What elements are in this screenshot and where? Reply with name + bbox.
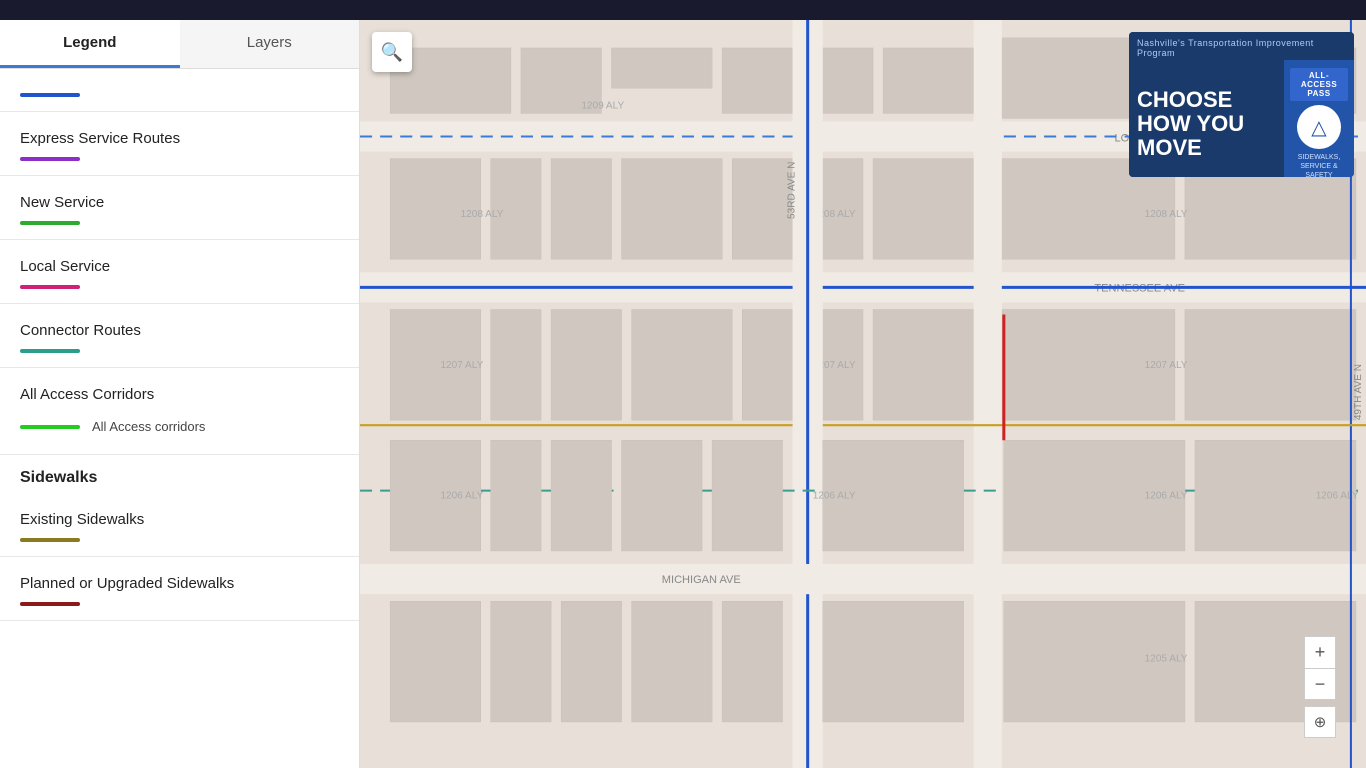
- legend-item-all-access-corridors: All Access Corridors All Access corridor…: [0, 368, 359, 455]
- new-service-title: New Service: [20, 194, 339, 211]
- legend-line-green: [20, 221, 80, 225]
- planned-sidewalks-title: Planned or Upgraded Sidewalks: [20, 575, 339, 592]
- legend-line-purple: [20, 157, 80, 161]
- promo-badge-logo: ALL-ACCESS PASS: [1290, 68, 1348, 101]
- legend-line-teal: [20, 349, 80, 353]
- legend-item-top-partial: [0, 69, 359, 112]
- locate-button[interactable]: ⊕: [1304, 706, 1336, 738]
- legend-item-existing-sidewalks: Existing Sidewalks: [0, 493, 359, 557]
- legend-section: Express Service Routes New Service Local…: [0, 69, 359, 621]
- app-container: Legend Layers Express Service Routes: [0, 0, 1366, 768]
- tabs-bar: Legend Layers: [0, 20, 359, 69]
- promo-top-label: Nashville's Transportation Improvement P…: [1129, 32, 1354, 60]
- zoom-in-button[interactable]: +: [1304, 636, 1336, 668]
- local-service-title: Local Service: [20, 258, 339, 275]
- sidewalks-section-header: Sidewalks: [0, 455, 359, 493]
- legend-item-new-service: New Service: [0, 176, 359, 240]
- map-area[interactable]: LOUISIANA AVE 1208 ALY 1208 ALY 1208 ALY: [360, 20, 1366, 768]
- legend-line-olive: [20, 538, 80, 542]
- svg-text:1206 ALY: 1206 ALY: [813, 491, 856, 502]
- svg-text:49TH AVE N: 49TH AVE N: [1353, 364, 1364, 420]
- promo-badge-icon: △: [1297, 105, 1341, 149]
- legend-item-connector-routes: Connector Routes: [0, 304, 359, 368]
- search-button[interactable]: 🔍: [372, 32, 412, 72]
- legend-line-pink: [20, 285, 80, 289]
- legend-sub-line-green-bright: [20, 425, 80, 429]
- main-content: Legend Layers Express Service Routes: [0, 20, 1366, 768]
- tab-layers[interactable]: Layers: [180, 20, 360, 68]
- svg-text:1208 ALY: 1208 ALY: [461, 209, 504, 220]
- legend-item-local-service: Local Service: [0, 240, 359, 304]
- all-access-corridors-label: All Access corridors: [92, 419, 205, 434]
- legend-line-darkred: [20, 602, 80, 606]
- svg-text:1209 ALY: 1209 ALY: [581, 100, 624, 111]
- promo-card: Nashville's Transportation Improvement P…: [1129, 32, 1354, 177]
- all-access-corridors-title: All Access Corridors: [20, 386, 339, 403]
- map-controls: + − ⊕: [1304, 636, 1336, 738]
- svg-text:1207 ALY: 1207 ALY: [440, 360, 483, 371]
- promo-badge: ALL-ACCESS PASS △ SIDEWALKS, SERVICE & S…: [1284, 60, 1354, 177]
- promo-headline: CHOOSE HOW YOU MOVE: [1137, 88, 1276, 161]
- existing-sidewalks-title: Existing Sidewalks: [20, 511, 339, 528]
- search-icon: 🔍: [381, 42, 403, 63]
- svg-text:1207 ALY: 1207 ALY: [1145, 360, 1188, 371]
- legend-item-planned-sidewalks: Planned or Upgraded Sidewalks: [0, 557, 359, 621]
- legend-item-express-service-routes: Express Service Routes: [0, 112, 359, 176]
- zoom-out-button[interactable]: −: [1304, 668, 1336, 700]
- svg-text:1206 ALY: 1206 ALY: [440, 491, 483, 502]
- svg-text:1206 ALY: 1206 ALY: [1316, 491, 1359, 502]
- promo-badge-text: SIDEWALKS, SERVICE & SAFETY: [1288, 153, 1350, 177]
- connector-routes-title: Connector Routes: [20, 322, 339, 339]
- svg-text:MICHIGAN AVE: MICHIGAN AVE: [662, 574, 741, 586]
- promo-main: CHOOSE HOW YOU MOVE ALL-ACCESS PASS △ SI…: [1129, 60, 1354, 177]
- express-service-routes-title: Express Service Routes: [20, 130, 339, 147]
- tab-legend[interactable]: Legend: [0, 20, 180, 68]
- left-panel: Legend Layers Express Service Routes: [0, 20, 360, 768]
- svg-text:1205 ALY: 1205 ALY: [1145, 654, 1188, 665]
- legend-line-blue: [20, 93, 80, 97]
- promo-text-block: CHOOSE HOW YOU MOVE: [1129, 60, 1284, 177]
- all-access-sub-item: All Access corridors: [20, 413, 339, 440]
- top-bar: [0, 0, 1366, 20]
- svg-text:1206 ALY: 1206 ALY: [1145, 491, 1188, 502]
- svg-text:53RD AVE N: 53RD AVE N: [787, 162, 798, 219]
- svg-text:1208 ALY: 1208 ALY: [1145, 209, 1188, 220]
